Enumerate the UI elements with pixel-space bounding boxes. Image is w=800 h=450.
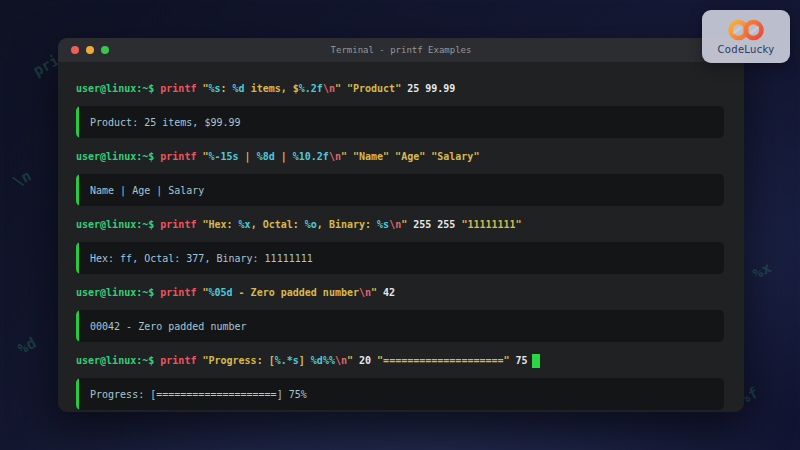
command-segment-cmd: printf [160,150,196,163]
command-segment-esc: \n [329,150,341,163]
minimize-button-icon[interactable] [86,46,94,54]
command-segment-str: "Hex: [196,218,238,231]
command-segment-num: 75 [510,354,528,367]
terminal-cursor [532,354,540,368]
command-segment-prompt: user@linux:~$ [76,286,160,299]
command-segment-fmt: %-15s [208,150,238,163]
command-segment-cmd: printf [160,82,196,95]
command-segment-fmt: %x [239,218,251,231]
command-output-text: Product: 25 items, $99.99 [90,117,241,128]
command-segment-str: items, $ [245,82,299,95]
command-output-text: Hex: ff, Octal: 377, Binary: 11111111 [90,253,313,264]
command-segment-cmd: printf [160,354,196,367]
command-segment-str: " [347,354,359,367]
command-segment-esc: \n [359,286,371,299]
command-segment-fmt: %05d [208,286,232,299]
command-segment-fmt: %10.2f [293,150,329,163]
command-segment-str: "====================" [377,354,509,367]
command-segment-esc: \n [335,354,347,367]
codelucky-logo-card: CodeLucky [702,10,790,63]
command-segment-esc: \n [389,218,401,231]
command-segment-str: " [401,218,413,231]
command-output-text: Progress: [====================] 75% [90,389,307,400]
command-output-box: Hex: ff, Octal: 377, Binary: 11111111 [76,242,724,274]
command-segment-num: 42 [383,286,395,299]
window-title: Terminal - printf Examples [331,45,472,55]
command-segment-prompt: user@linux:~$ [76,82,160,95]
command-segment-prompt: user@linux:~$ [76,218,160,231]
terminal-window: Terminal - printf Examples user@linux:~$… [58,38,744,412]
command-output-text: Name | Age | Salary [90,185,204,196]
command-output-box: Product: 25 items, $99.99 [76,106,724,138]
command-segment-str: , Octal: [251,218,305,231]
command-segment-str: "Progress: [ [196,354,274,367]
command-segment-fmt: %.2f [299,82,323,95]
command-segment-str: " "Product" [335,82,407,95]
codelucky-brand-text: CodeLucky [718,44,775,55]
command-segment-str: " [196,286,208,299]
command-output-box: 00042 - Zero padded number [76,310,724,342]
terminal-content: user@linux:~$ printf "%s: %d items, $%.2… [58,62,744,410]
command-output-text: 00042 - Zero padded number [90,321,247,332]
background-watermark: \n [10,167,35,192]
background-watermark: %d [15,334,40,359]
command-segment-cmd: printf [160,286,196,299]
command-segment-str: - Zero padded number [233,286,359,299]
command-line: user@linux:~$ printf "%-15s | %8d | %10.… [76,150,724,163]
command-line: user@linux:~$ printf "Hex: %x, Octal: %o… [76,218,724,231]
command-segment-str: " "Name" "Age" "Salary" [341,150,479,163]
command-segment-num: 255 255 [413,218,461,231]
background-watermark: %x [750,259,775,284]
command-segment-num: 20 [359,354,377,367]
command-line: user@linux:~$ printf "%05d - Zero padded… [76,286,724,299]
command-segment-str: | [239,150,257,163]
command-line: user@linux:~$ printf "%s: %d items, $%.2… [76,82,724,95]
command-segment-fmt: %s [208,82,220,95]
close-button-icon[interactable] [71,46,79,54]
command-segment-cmd: printf [160,218,196,231]
command-segment-num: 25 99.99 [407,82,455,95]
command-segment-fmt: %.*s [275,354,299,367]
command-segment-prompt: user@linux:~$ [76,354,160,367]
command-line: user@linux:~$ printf "Progress: [%.*s] %… [76,354,724,367]
command-segment-str: "11111111" [461,218,521,231]
command-segment-str: | [275,150,293,163]
command-segment-str: : [221,82,233,95]
zoom-button-icon[interactable] [101,46,109,54]
command-segment-str: " [196,82,208,95]
command-output-box: Progress: [====================] 75% [76,378,724,410]
command-segment-fmt: %d%% [311,354,335,367]
codelucky-infinity-icon [726,18,766,42]
command-segment-fmt: %d [233,82,245,95]
command-segment-esc: \n [323,82,335,95]
command-segment-str: " [371,286,383,299]
command-segment-fmt: %o [305,218,317,231]
terminal-titlebar: Terminal - printf Examples [58,38,744,62]
command-segment-str: , Binary: [317,218,377,231]
command-segment-prompt: user@linux:~$ [76,150,160,163]
command-segment-str: ] [299,354,311,367]
command-segment-fmt: %8d [257,150,275,163]
command-segment-fmt: %s [377,218,389,231]
command-output-box: Name | Age | Salary [76,174,724,206]
command-segment-str: " [196,150,208,163]
